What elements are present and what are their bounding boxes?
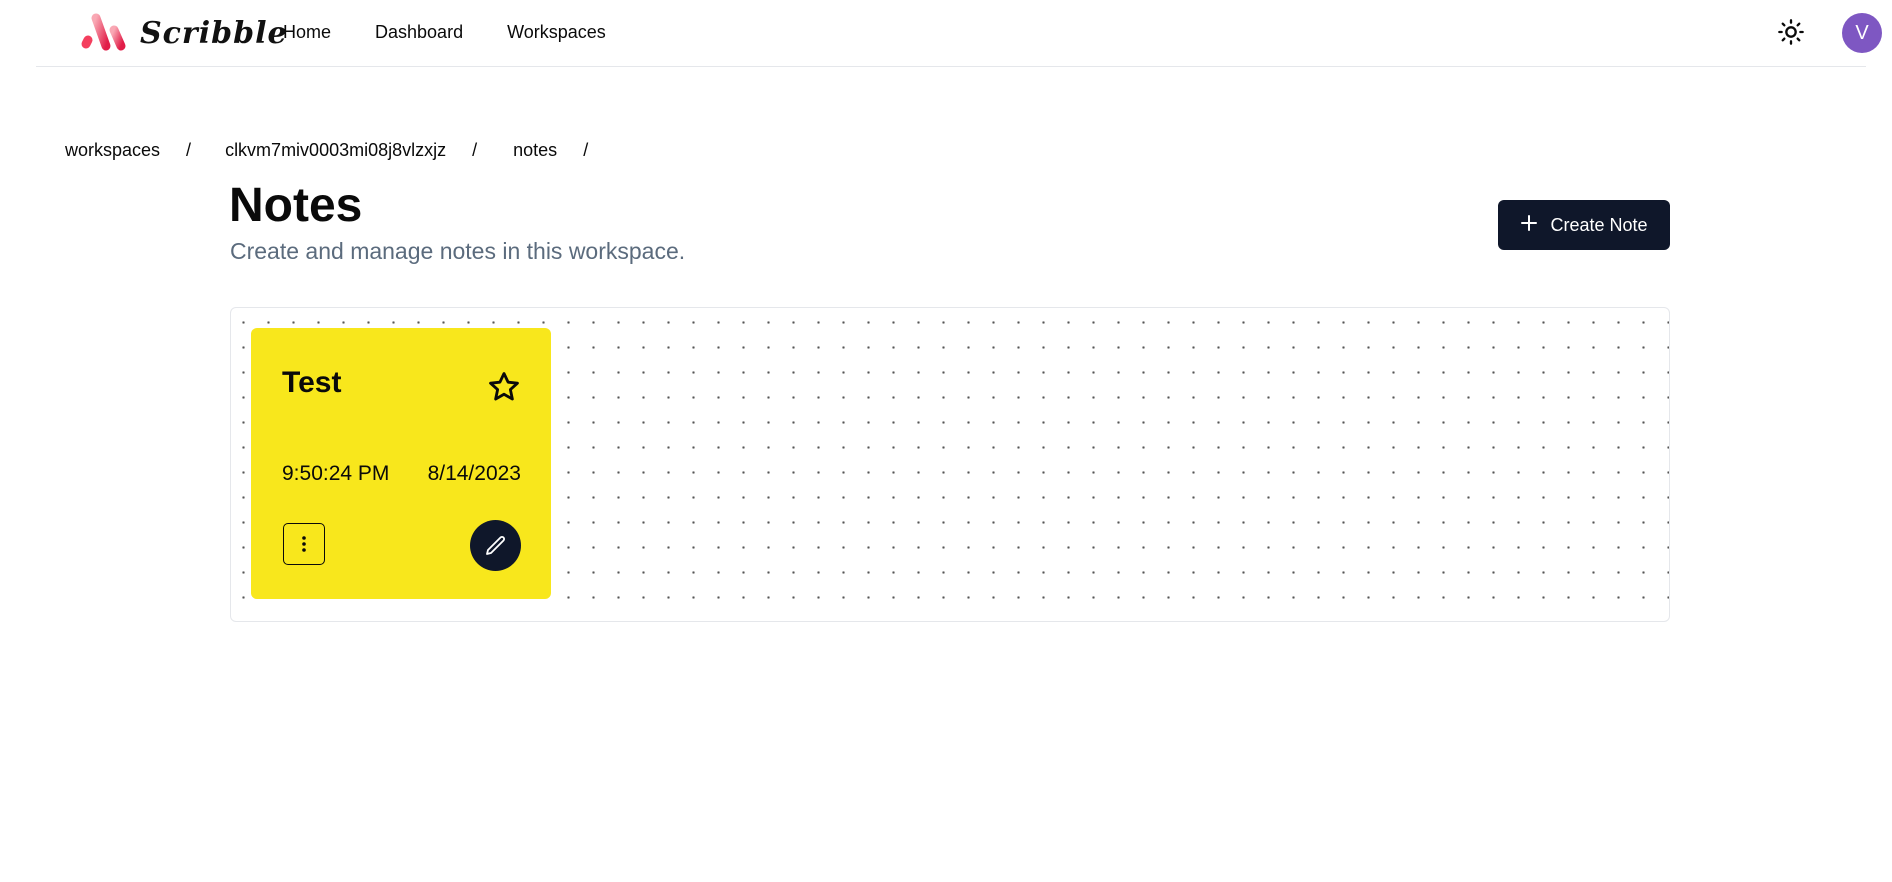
- app-logo[interactable]: Scribble: [76, 8, 288, 58]
- nav-item-home[interactable]: Home: [283, 22, 331, 43]
- page-title: Notes: [229, 179, 363, 232]
- app-name: Scribble: [140, 15, 288, 51]
- breadcrumb-workspaces[interactable]: workspaces: [65, 140, 160, 161]
- create-note-label: Create Note: [1550, 214, 1648, 235]
- nav-item-dashboard[interactable]: Dashboard: [375, 22, 463, 43]
- plus-icon: [1520, 212, 1538, 238]
- edit-note-button[interactable]: [470, 520, 521, 571]
- sun-icon: [1778, 19, 1804, 45]
- breadcrumb-separator: /: [472, 139, 478, 160]
- theme-toggle-button[interactable]: [1774, 15, 1808, 49]
- logo-mark-icon: [76, 8, 128, 58]
- pencil-icon: [485, 535, 505, 555]
- page-subtitle: Create and manage notes in this workspac…: [230, 238, 686, 264]
- breadcrumb-separator: /: [583, 139, 589, 160]
- top-navbar: Scribble Home Dashboard Workspaces V: [36, 0, 1882, 67]
- breadcrumb-workspace-id[interactable]: clkvm7miv0003mi08j8vlzxjz: [225, 140, 446, 161]
- star-outline-icon: [489, 372, 519, 401]
- main-nav: Home Dashboard Workspaces: [283, 0, 650, 65]
- note-title: Test: [282, 366, 342, 399]
- more-vertical-icon: [302, 536, 306, 552]
- nav-item-workspaces[interactable]: Workspaces: [507, 22, 606, 43]
- note-date: 8/14/2023: [427, 462, 521, 485]
- note-time: 9:50:24 PM: [282, 462, 390, 485]
- breadcrumb-separator: /: [186, 139, 192, 160]
- user-avatar[interactable]: V: [1842, 13, 1882, 53]
- breadcrumb: workspaces / clkvm7miv0003mi08j8vlzxjz /…: [65, 138, 588, 162]
- note-menu-button[interactable]: [283, 523, 325, 565]
- breadcrumb-notes[interactable]: notes: [513, 140, 557, 161]
- favorite-button[interactable]: [487, 370, 521, 404]
- note-card[interactable]: Test 9:50:24 PM 8/14/2023: [251, 328, 551, 599]
- create-note-button[interactable]: Create Note: [1498, 200, 1670, 250]
